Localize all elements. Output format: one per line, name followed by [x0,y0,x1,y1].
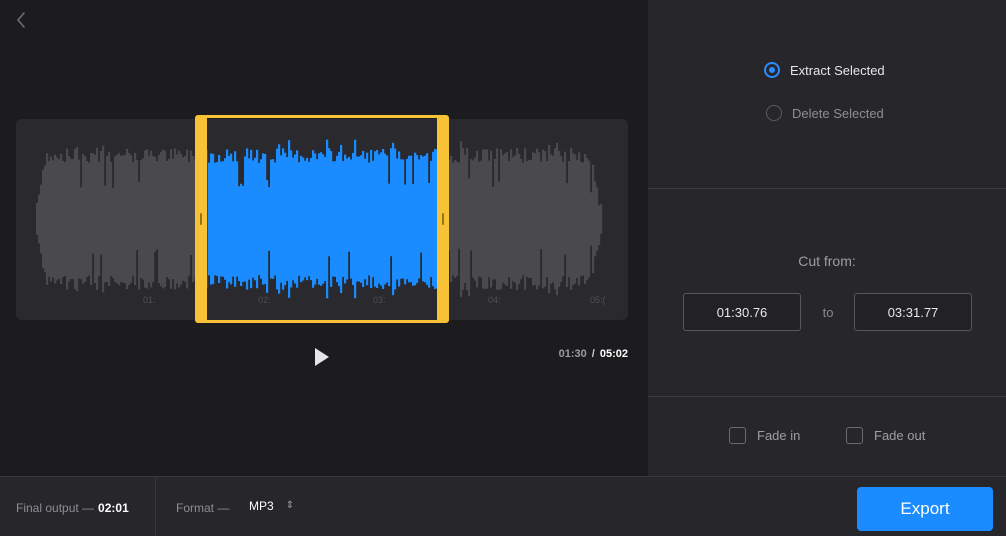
format-label: Format — [176,501,230,515]
delete-selected-option[interactable]: Delete Selected [766,105,884,121]
updown-arrows-icon: ⇕ [285,500,295,511]
footer-bar: Final output —02:01 Format — MP3 ⇕ Expor… [0,476,1006,536]
extract-selected-option[interactable]: Extract Selected [764,62,885,78]
final-output: Final output —02:01 [16,501,129,515]
final-output-label: Final output — [16,501,95,515]
selection-start-handle[interactable] [200,213,202,225]
timeline-label: 05:( [590,295,606,305]
to-label: to [822,305,834,320]
cut-start-input[interactable] [683,293,801,331]
play-icon [315,348,329,366]
final-output-value: 02:01 [98,501,129,515]
selection-end-handle[interactable] [442,213,444,225]
editor-panel: 01: 02: 03: 04: 05:( 01:30/05:02 [0,0,648,476]
time-readout: 01:30 / 05:02 [559,348,628,360]
cut-end-input[interactable] [854,293,972,331]
current-time: 01:30 [558,348,587,360]
radio-selected-icon[interactable] [764,62,780,78]
section-divider [648,396,1006,397]
fade-in-checkbox[interactable] [729,427,746,444]
fade-out-option[interactable]: Fade out [846,427,925,444]
cut-from-label: Cut from: [798,253,856,269]
chevron-left-icon [17,12,25,28]
format-select[interactable]: MP3 ⇕ [249,499,294,513]
total-time: 05:02 [599,348,628,360]
fade-out-label: Fade out [874,428,926,443]
radio-unselected-icon[interactable] [766,105,782,121]
fade-in-label: Fade in [757,428,801,443]
format-value: MP3 [249,499,274,513]
section-divider [648,188,1006,189]
extract-selected-label: Extract Selected [790,62,885,78]
selection-region[interactable] [195,115,449,323]
delete-selected-label: Delete Selected [792,105,884,121]
back-button[interactable] [10,8,32,32]
export-button[interactable]: Export [857,487,993,531]
timeline-label: 01: [143,295,156,305]
timeline-label: 04: [488,295,501,305]
fade-in-option[interactable]: Fade in [729,427,800,444]
fade-out-checkbox[interactable] [846,427,863,444]
play-button[interactable] [310,344,334,370]
footer-divider [155,477,156,536]
time-separator: / [591,348,595,360]
